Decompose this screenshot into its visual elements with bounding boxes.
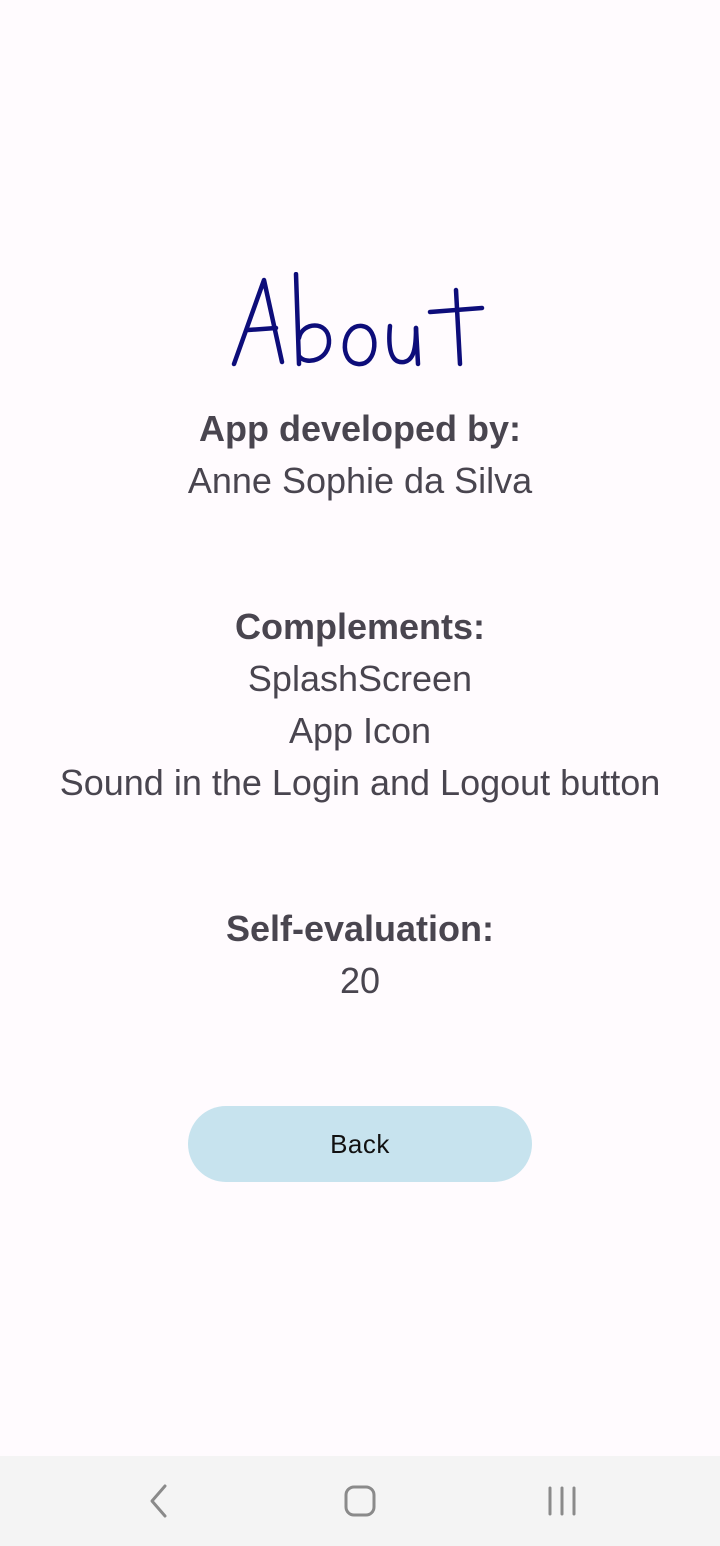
- nav-back-button[interactable]: [99, 1456, 219, 1546]
- back-chevron-icon: [150, 1484, 167, 1518]
- back-button[interactable]: Back: [188, 1106, 532, 1182]
- recents-icon: [548, 1486, 576, 1516]
- developer-name: Anne Sophie da Silva: [187, 460, 533, 501]
- complement-item: SplashScreen: [247, 658, 473, 699]
- about-screen: App developed by: Anne Sophie da Silva C…: [0, 0, 720, 1456]
- self-evaluation-value: 20: [339, 960, 381, 1001]
- complement-item: App Icon: [288, 710, 432, 751]
- nav-home-button[interactable]: [300, 1456, 420, 1546]
- complements-heading: Complements:: [234, 606, 486, 647]
- self-evaluation-section: Self-evaluation: 20: [0, 903, 720, 1007]
- self-evaluation-heading: Self-evaluation:: [225, 908, 495, 949]
- page-title: [0, 262, 720, 382]
- nav-recents-button[interactable]: [502, 1456, 622, 1546]
- home-icon: [344, 1485, 376, 1517]
- complements-section: Complements: SplashScreen App Icon Sound…: [0, 601, 720, 809]
- about-handwritten-title: [231, 272, 485, 367]
- system-navigation-bar: [0, 1456, 720, 1546]
- developer-heading: App developed by:: [198, 408, 522, 449]
- developer-section: App developed by: Anne Sophie da Silva: [0, 403, 720, 507]
- complement-item: Sound in the Login and Logout button: [59, 762, 661, 803]
